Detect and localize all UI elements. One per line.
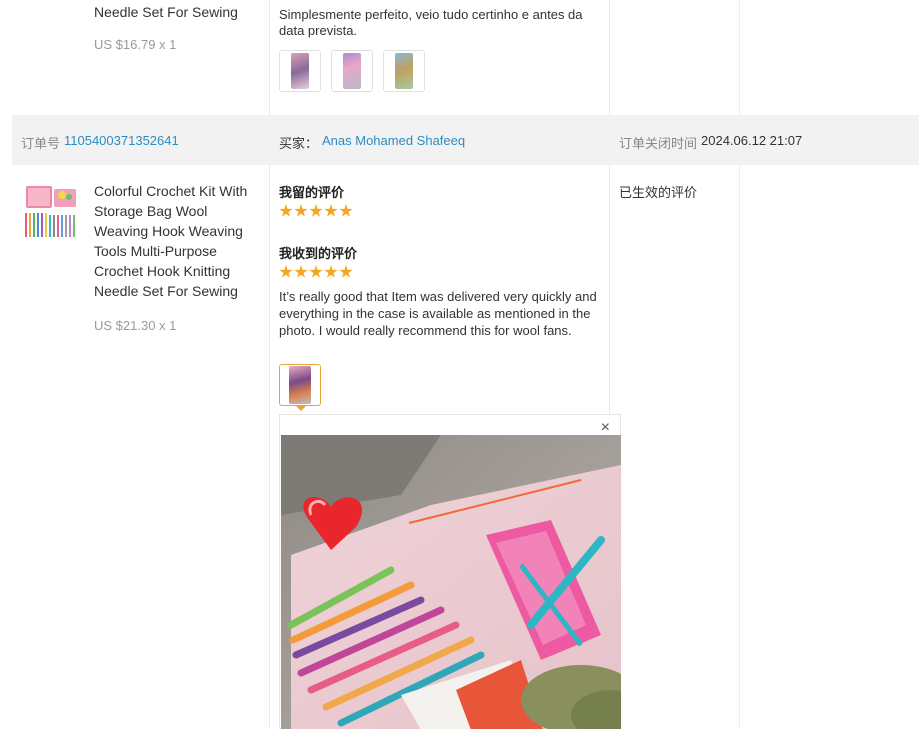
my-review-label: 我留的评价: [279, 185, 345, 200]
prev-product-price: US $16.79 x 1: [94, 37, 177, 52]
star-icon: [324, 265, 338, 278]
product-title-link[interactable]: Colorful Crochet Kit With Storage Bag Wo…: [94, 181, 259, 301]
review-thumbnail[interactable]: [331, 50, 373, 92]
star-icon: [309, 265, 323, 278]
column-divider: [739, 0, 740, 729]
product-price: US $21.30 x 1: [94, 318, 177, 333]
star-icon: [294, 204, 308, 217]
prev-product-title[interactable]: Needle Set For Sewing: [94, 2, 238, 22]
prev-review-text: Simplesmente perfeito, veio tudo certinh…: [279, 7, 583, 38]
order-close-time: 2024.06.12 21:07: [701, 133, 803, 148]
prev-review-thumbnails: [279, 50, 425, 92]
review-photo: [281, 435, 621, 729]
order-header: 订单号 1105400371352641 买家： Anas Mohamed Sh…: [12, 115, 919, 165]
received-review-rating: [279, 265, 353, 279]
order-number-label: 订单号: [21, 136, 61, 151]
review-thumbnail-selected[interactable]: [279, 364, 321, 406]
star-icon: [279, 265, 293, 278]
review-thumbnail[interactable]: [383, 50, 425, 92]
received-review-text: It’s really good that Item was delivered…: [279, 289, 597, 338]
buyer-label: 买家：: [279, 136, 319, 151]
star-icon: [324, 204, 338, 217]
star-icon: [309, 204, 323, 217]
star-icon: [339, 265, 353, 278]
received-review-label: 我收到的评价: [279, 246, 358, 261]
star-icon: [294, 265, 308, 278]
column-divider: [269, 0, 270, 729]
order-number-link[interactable]: 1105400371352641: [64, 133, 179, 148]
review-status: 已生效的评价: [619, 185, 698, 200]
order-close-time-label: 订单关闭时间: [619, 136, 698, 151]
review-thumbnail[interactable]: [279, 50, 321, 92]
thumbnail-pointer: [295, 405, 307, 411]
star-icon: [279, 204, 293, 217]
buyer-name-link[interactable]: Anas Mohamed Shafeeq: [322, 133, 465, 148]
product-image[interactable]: [22, 183, 80, 241]
my-review-rating: [279, 204, 353, 218]
image-preview-panel: ×: [279, 414, 621, 729]
star-icon: [339, 204, 353, 217]
